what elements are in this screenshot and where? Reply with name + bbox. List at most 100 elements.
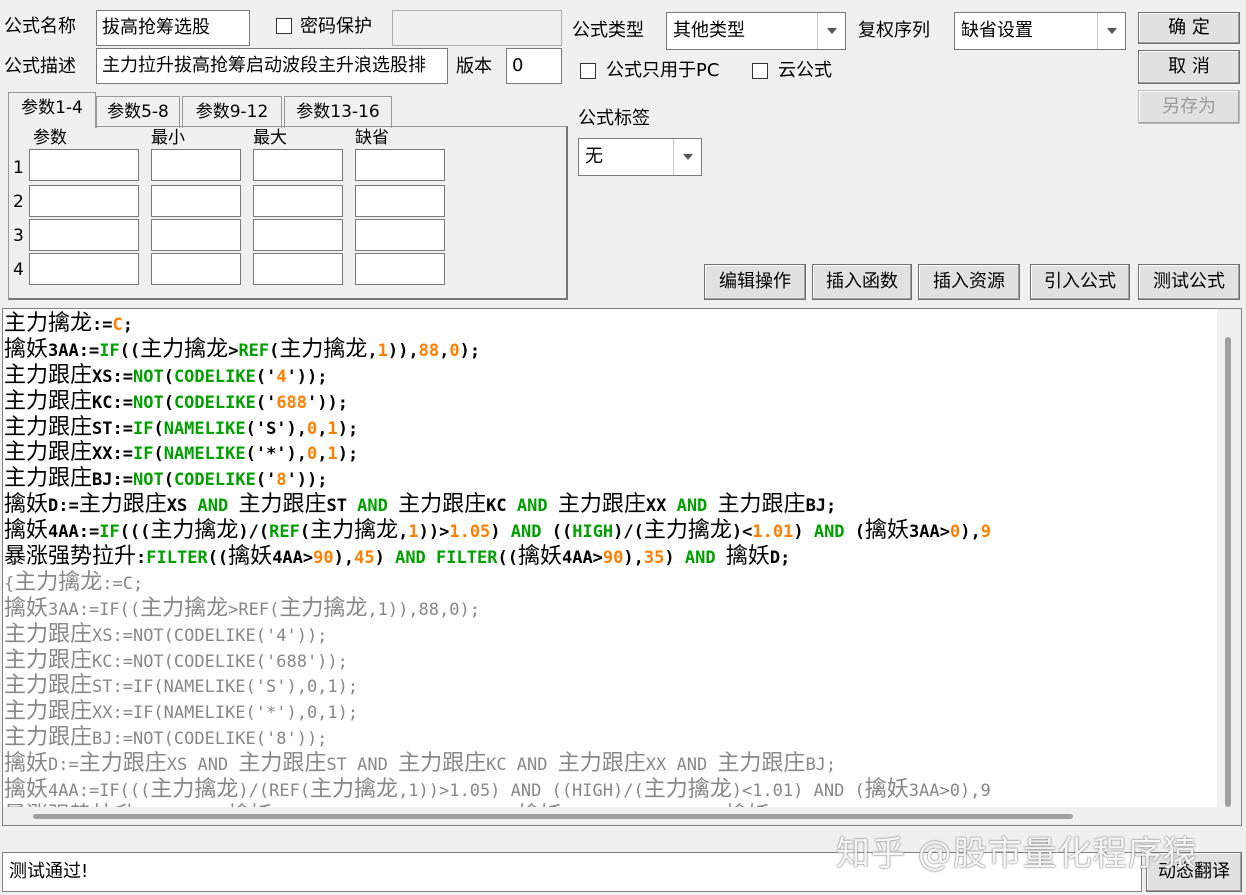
insert-resource-button[interactable]: 插入资源 [918, 264, 1020, 300]
rights-select[interactable]: 缺省设置 [954, 12, 1126, 50]
code-token: AND [357, 496, 388, 517]
code-token: (' [255, 392, 277, 413]
tag-select[interactable]: 无 [578, 138, 702, 176]
code-token: (' [255, 366, 277, 387]
param-name-input[interactable] [29, 253, 139, 285]
chevron-down-icon[interactable] [673, 139, 701, 175]
code-token: AND [395, 548, 426, 569]
code-token: : [136, 548, 147, 569]
code-token: 主力擒龙 [310, 777, 399, 803]
col-header-default: 缺省 [355, 128, 389, 148]
code-token: 45 [354, 548, 375, 569]
description-input[interactable]: 主力拉升拔高抢筹启动波段主升浪选股排 [96, 48, 448, 84]
param-default-input[interactable] [355, 253, 445, 285]
code-token: 主力跟庄 [4, 362, 93, 388]
param-min-input[interactable] [151, 219, 241, 251]
version-input[interactable]: 0 [506, 48, 562, 84]
code-token: NOT [132, 470, 164, 491]
code-token: BJ; [805, 755, 837, 776]
scroll-thumb[interactable] [1225, 337, 1231, 807]
code-token: KC AND [486, 755, 558, 776]
code-token: CODELIKE [173, 366, 256, 387]
password-checkbox[interactable] [276, 18, 292, 34]
code-token: ( [163, 470, 174, 491]
tag-value: 无 [585, 146, 603, 167]
code-token: 主力跟庄 [398, 751, 487, 777]
code-token: 1.01 [752, 522, 794, 543]
code-token: :=C; [102, 573, 144, 594]
code-token: ,1))>1.05) AND ((HIGH)/( [398, 781, 644, 802]
cloud-checkbox[interactable] [752, 63, 768, 79]
param-name-input[interactable] [29, 219, 139, 251]
param-max-input[interactable] [253, 253, 343, 285]
comment-line: 擒妖3AA:=IF((主力擒龙>REF(主力擒龙,1)),88,0); [4, 596, 1218, 622]
chevron-down-icon[interactable] [1097, 13, 1125, 49]
horizontal-scrollbar[interactable] [3, 807, 1219, 825]
row-number: 3 [13, 226, 24, 246]
tab-params-1-4[interactable]: 参数1-4 [8, 92, 96, 128]
vertical-scrollbar[interactable] [1217, 309, 1241, 825]
chevron-down-icon[interactable] [817, 13, 845, 49]
ok-button[interactable]: 确 定 [1138, 12, 1240, 44]
formula-type-select[interactable]: 其他类型 [666, 12, 846, 50]
param-min-input[interactable] [151, 149, 241, 181]
param-min-input[interactable] [151, 253, 241, 285]
code-token: ( [163, 366, 174, 387]
code-token: (( [119, 340, 141, 361]
param-default-input[interactable] [355, 219, 445, 251]
code-token: (( [541, 522, 573, 543]
formula-name-label: 公式名称 [4, 16, 76, 37]
code-token: 4AA:=IF((( [48, 781, 151, 802]
code-text[interactable]: 主力擒龙:=C; 擒妖3AA:=IF((主力擒龙>REF(主力擒龙,1)),88,… [4, 311, 1218, 825]
code-token: ST AND [326, 755, 399, 776]
comment-line: 擒妖D:=主力跟庄XS AND 主力跟庄ST AND 主力跟庄KC AND 主力… [4, 751, 1218, 777]
code-token: 主力擒龙 [140, 595, 229, 621]
param-default-input[interactable] [355, 185, 445, 217]
col-header-max: 最大 [253, 128, 287, 148]
password-input[interactable] [392, 10, 562, 46]
col-header-min: 最小 [151, 128, 185, 148]
code-token: KC [486, 496, 517, 517]
code-token: 88 [418, 340, 440, 361]
code-token: 擒妖 [4, 777, 49, 803]
code-token: ), [960, 522, 981, 543]
code-token: 3AA:=IF(( [48, 599, 141, 620]
cancel-button[interactable]: 取 消 [1138, 50, 1240, 84]
code-token: ST:=IF(NAMELIKE('S'),0,1); [92, 677, 359, 698]
param-name-input[interactable] [29, 149, 139, 181]
code-token: ('S'), [245, 418, 308, 439]
param-max-input[interactable] [253, 149, 343, 181]
comment-line: 主力跟庄KC:=NOT(CODELIKE('688')); [4, 648, 1218, 674]
scroll-thumb[interactable] [33, 814, 1073, 819]
param-max-input[interactable] [253, 219, 343, 251]
param-default-input[interactable] [355, 149, 445, 181]
code-token: 主力跟庄 [717, 751, 806, 777]
comment-line: 主力跟庄XX:=IF(NAMELIKE('*'),0,1); [4, 699, 1218, 725]
code-editor[interactable]: 主力擒龙:=C; 擒妖3AA:=IF((主力擒龙>REF(主力擒龙,1)),88,… [2, 308, 1242, 826]
code-token: 主力擒龙 [279, 595, 368, 621]
insert-function-button[interactable]: 插入函数 [812, 264, 912, 300]
param-max-input[interactable] [253, 185, 343, 217]
code-token: 主力擒龙 [150, 518, 239, 544]
rights-value: 缺省设置 [961, 20, 1033, 41]
code-token: ( [153, 444, 164, 465]
code-token: 3AA> [909, 522, 950, 543]
test-formula-button[interactable]: 测试公式 [1138, 264, 1240, 300]
code-token: XS:=NOT(CODELIKE('4')); [92, 625, 328, 646]
tab-params-13-16[interactable]: 参数13-16 [284, 96, 392, 128]
code-token: ( [163, 392, 174, 413]
save-as-button[interactable]: 另存为 [1138, 90, 1240, 124]
code-token: REF [238, 340, 270, 361]
formula-name-input[interactable]: 拔高抢筹选股 [96, 10, 250, 46]
code-token: 主力擒龙 [643, 777, 732, 803]
import-formula-button[interactable]: 引入公式 [1030, 264, 1130, 300]
edit-ops-button[interactable]: 编辑操作 [704, 264, 806, 300]
code-token: ); [459, 340, 481, 361]
param-min-input[interactable] [151, 185, 241, 217]
tab-params-5-8[interactable]: 参数5-8 [96, 96, 180, 128]
tab-params-9-12[interactable]: 参数9-12 [182, 96, 282, 128]
code-token: ))> [418, 522, 450, 543]
pc-only-checkbox[interactable] [580, 63, 596, 79]
code-token: 4AA> [561, 548, 603, 569]
param-name-input[interactable] [29, 185, 139, 217]
